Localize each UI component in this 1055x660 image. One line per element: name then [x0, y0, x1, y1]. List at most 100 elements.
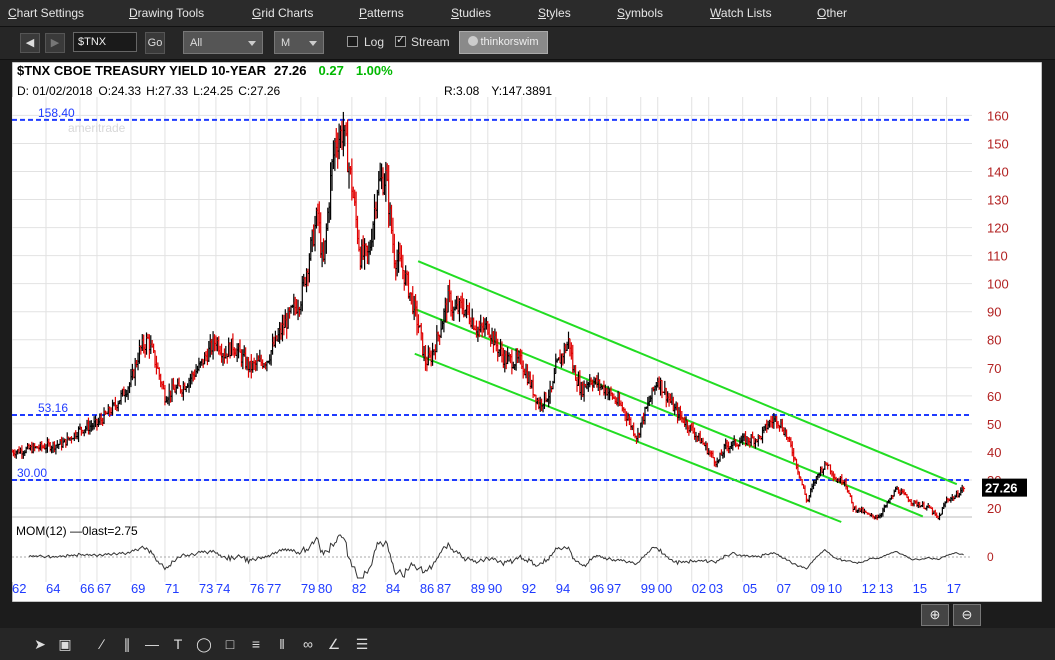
ellipse-icon[interactable]: ◯ — [194, 634, 214, 654]
menu-item-studies[interactable]: Studies — [451, 6, 491, 20]
time-tick-label: 97 — [607, 581, 621, 596]
time-tick-label: 79 — [301, 581, 315, 596]
forward-button[interactable]: ▶ — [45, 33, 65, 53]
level-label: 30.00 — [17, 466, 47, 480]
time-tick-label: 67 — [97, 581, 111, 596]
back-button[interactable]: ◀ — [20, 33, 40, 53]
time-tick-label: 90 — [488, 581, 502, 596]
stream-checkbox[interactable]: ✓ — [395, 36, 406, 47]
menu-item-other[interactable]: Other — [817, 6, 847, 20]
level-label: 158.40 — [38, 106, 75, 120]
momentum-name: MOM(12) — [16, 524, 67, 538]
time-tick-label: 02 — [692, 581, 706, 596]
interval-select[interactable]: M — [274, 31, 324, 54]
time-tick-label: 09 — [811, 581, 825, 596]
last-price-label: 27.26 — [985, 481, 1018, 496]
time-tick-label: 73 — [199, 581, 213, 596]
chart-area[interactable]: ameritrade 158.4053.1630.00 MOM(12) —0la… — [12, 62, 1042, 602]
horizontal-line-icon[interactable]: — — [142, 634, 162, 654]
price-tick-label: 110 — [987, 249, 1008, 264]
momentum-last: last=2.75 — [89, 524, 138, 538]
time-tick-label: 76 — [250, 581, 264, 596]
menu-item-symbols[interactable]: Symbols — [617, 6, 663, 20]
r-readout: R:3.08 — [444, 84, 480, 98]
trendline-icon[interactable]: ∕ — [92, 634, 112, 654]
spiral-icon[interactable]: ∞ — [298, 634, 318, 654]
stream-label: Stream — [411, 35, 450, 49]
time-tick-label: 77 — [267, 581, 281, 596]
price-tick-label: 20 — [987, 501, 1001, 516]
zoom-out-icon[interactable]: ⊖ — [953, 604, 981, 626]
menu-item-patterns[interactable]: Patterns — [359, 6, 404, 20]
time-tick-label: 89 — [471, 581, 485, 596]
time-tick-label: 96 — [590, 581, 604, 596]
check-icon: ✓ — [396, 33, 405, 46]
text-tool-icon[interactable]: T — [168, 634, 188, 654]
chevron-down-icon — [248, 41, 256, 46]
menu-item-chart-settings[interactable]: Chart Settings — [8, 6, 84, 20]
drawing-toolbar: ➤ ▣ ∕ ∥ — T ◯ □ ≡ ‖ ∞ ∠ ☰ — [0, 628, 1055, 660]
log-label: Log — [364, 35, 384, 49]
toolbar: ◀ ▶ $TNX Go All M Log ✓ Stream thinkorsw… — [0, 27, 1055, 60]
date-readout: D: 01/02/2018 — [17, 84, 93, 98]
momentum-tick-label: 0 — [987, 550, 994, 564]
price-tick-label: 130 — [987, 193, 1009, 208]
drawing-set-icon[interactable]: ☰ — [352, 634, 372, 654]
chart-svg[interactable]: ameritrade 158.4053.1630.00 MOM(12) —0la… — [12, 62, 1042, 602]
time-tick-label: 66 — [80, 581, 94, 596]
time-tick-label: 74 — [216, 581, 230, 596]
price-tick-label: 70 — [987, 361, 1001, 376]
momentum-label: MOM(12) —0last=2.75 — [16, 524, 138, 538]
time-tick-label: 00 — [658, 581, 672, 596]
price-tick-label: 80 — [987, 333, 1001, 348]
time-tick-label: 71 — [165, 581, 179, 596]
menu-item-watch-lists[interactable]: Watch Lists — [710, 6, 772, 20]
log-checkbox[interactable] — [347, 36, 358, 47]
menu-item-grid-charts[interactable]: Grid Charts — [252, 6, 313, 20]
symbol-input[interactable]: $TNX — [73, 32, 137, 52]
price-tick-label: 140 — [987, 164, 1009, 179]
watermark: ameritrade — [68, 121, 126, 135]
price-tick-label: 90 — [987, 305, 1001, 320]
range-select[interactable]: All — [183, 31, 263, 54]
zoom-in-icon[interactable]: ⊕ — [921, 604, 949, 626]
open-readout: O:24.33 — [98, 84, 141, 98]
time-tick-label: 86 — [420, 581, 434, 596]
price-tick-label: 50 — [987, 417, 1001, 432]
go-button[interactable]: Go — [145, 32, 165, 54]
cursor-icon[interactable]: ➤ — [30, 634, 50, 654]
time-tick-label: 82 — [352, 581, 366, 596]
time-tick-label: 80 — [318, 581, 332, 596]
time-tick-label: 84 — [386, 581, 400, 596]
brand-logo-icon — [468, 36, 478, 46]
time-tick-label: 87 — [437, 581, 451, 596]
time-tick-label: 99 — [641, 581, 655, 596]
time-tick-label: 12 — [862, 581, 876, 596]
time-tick-label: 62 — [12, 581, 26, 596]
parallel-lines-icon[interactable]: ∥ — [117, 634, 137, 654]
interval-value: M — [281, 37, 290, 49]
range-value: All — [190, 37, 202, 49]
close-readout: C:27.26 — [238, 84, 280, 98]
price-tick-label: 150 — [987, 136, 1009, 151]
fan-icon[interactable]: ∠ — [324, 634, 344, 654]
time-tick-label: 92 — [522, 581, 536, 596]
time-tick-label: 15 — [913, 581, 927, 596]
last-price: 27.26 — [274, 63, 307, 78]
svg-text:R:3.08Y:147.3891: R:3.08 Y:147.3891 — [444, 84, 552, 98]
brand-label: thinkorswim — [480, 36, 538, 48]
change-percent: 1.00% — [356, 63, 393, 78]
rectangle-icon[interactable]: □ — [220, 634, 240, 654]
menu-item-styles[interactable]: Styles — [538, 6, 571, 20]
menu-bar: Chart Settings Drawing Tools Grid Charts Pa… — [0, 0, 1055, 27]
y-readout: Y:147.3891 — [491, 84, 552, 98]
thinkorswim-button[interactable]: thinkorswim — [459, 31, 548, 54]
crosshair-icon[interactable]: ▣ — [55, 634, 75, 654]
time-lines-icon[interactable]: ‖ — [272, 634, 292, 654]
chevron-down-icon — [309, 41, 317, 46]
menu-item-drawing-tools[interactable]: Drawing Tools — [129, 6, 204, 20]
time-tick-label: 05 — [743, 581, 757, 596]
time-tick-label: 69 — [131, 581, 145, 596]
fibonacci-icon[interactable]: ≡ — [246, 634, 266, 654]
zoom-controls: ⊕ ⊖ — [921, 604, 983, 626]
